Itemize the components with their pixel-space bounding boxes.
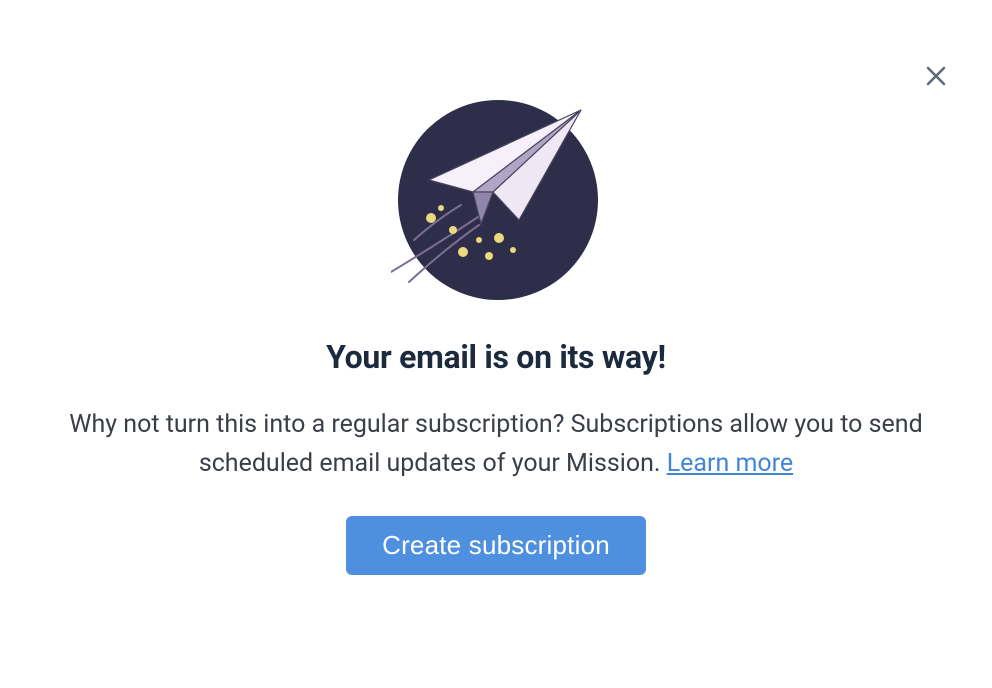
- close-button[interactable]: [920, 60, 952, 92]
- dialog-content: Your email is on its way! Why not turn t…: [0, 0, 992, 575]
- dialog-description: Why not turn this into a regular subscri…: [46, 406, 946, 484]
- learn-more-link[interactable]: Learn more: [667, 449, 793, 478]
- close-icon: [924, 64, 948, 88]
- dialog-heading: Your email is on its way!: [326, 338, 666, 376]
- create-subscription-button[interactable]: Create subscription: [346, 516, 646, 575]
- paper-plane-illustration: [391, 100, 601, 310]
- dialog-body-text: Why not turn this into a regular subscri…: [69, 410, 922, 478]
